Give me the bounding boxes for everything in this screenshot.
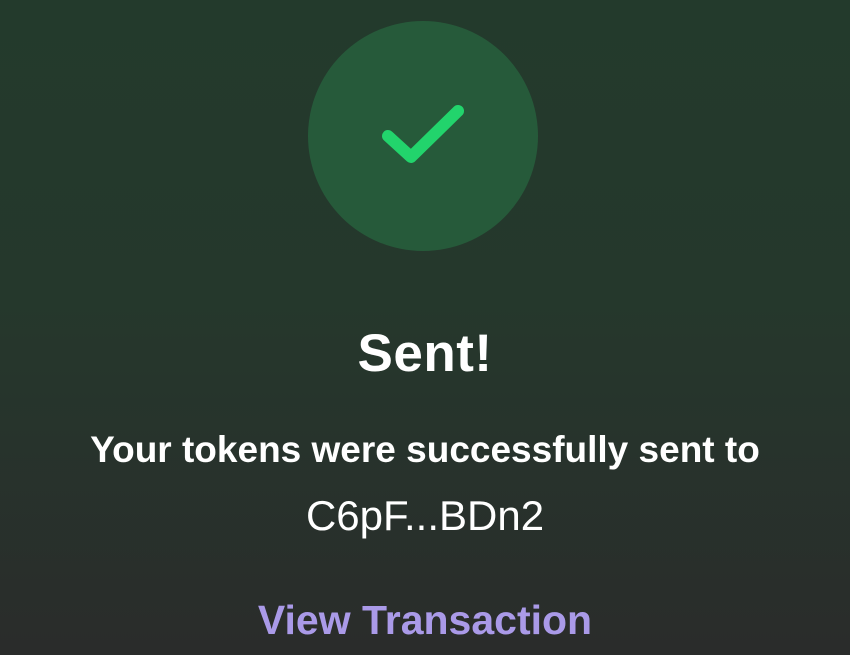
success-message: Your tokens were successfully sent to xyxy=(90,429,760,470)
view-transaction-link[interactable]: View Transaction xyxy=(0,592,850,648)
recipient-address: C6pF...BDn2 xyxy=(305,492,545,539)
page-title: Sent! xyxy=(357,324,493,383)
checkmark-icon xyxy=(382,105,464,163)
success-badge xyxy=(308,21,538,251)
